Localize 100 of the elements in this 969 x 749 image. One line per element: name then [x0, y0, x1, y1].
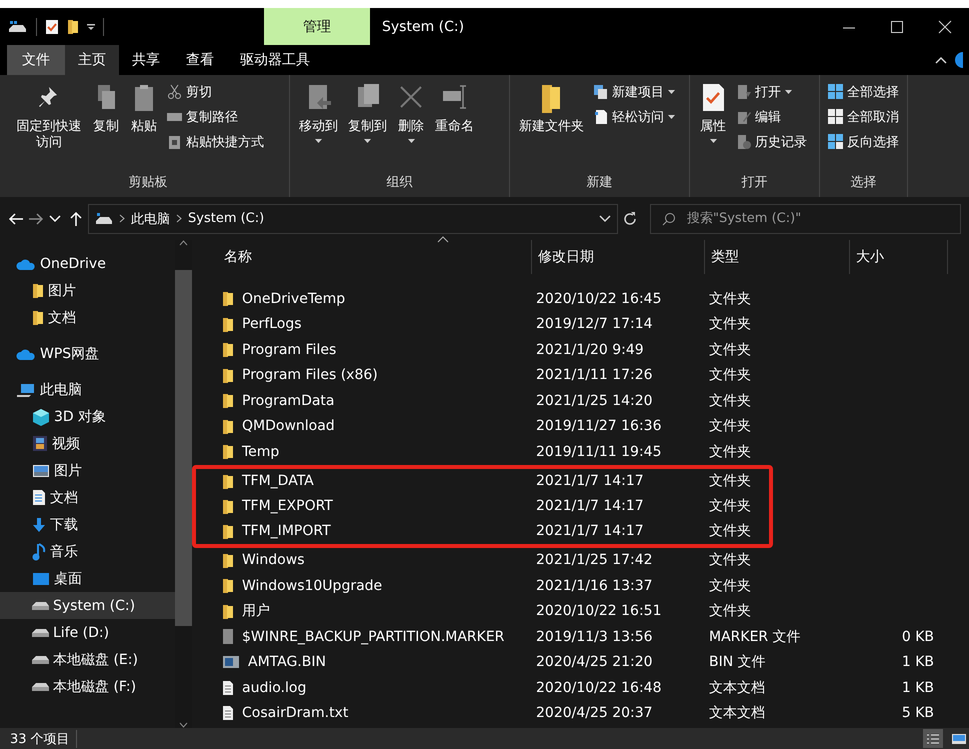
scroll-up-icon[interactable] — [179, 240, 188, 246]
ribbon-button[interactable]: 重命名 — [432, 81, 477, 173]
sidebar-item[interactable]: 文档 — [0, 484, 175, 511]
ribbon-button[interactable]: 固定到快速访问 — [13, 81, 85, 173]
ribbon-button[interactable]: 历史记录 — [734, 131, 809, 153]
sidebar-item[interactable]: 本地磁盘 (E:) — [0, 646, 175, 673]
window-title: System (C:) — [381, 18, 466, 36]
desktop-icon — [32, 572, 50, 586]
address-field[interactable]: 此电脑 System (C:) — [88, 204, 618, 234]
text-file-icon — [222, 680, 234, 696]
properties-icon[interactable] — [45, 18, 59, 34]
ribbon-button[interactable]: 移动到 — [296, 81, 341, 173]
file-name[interactable]: Windows — [222, 552, 536, 569]
context-tab[interactable]: 管理 — [264, 8, 370, 45]
refresh-icon[interactable] — [622, 210, 638, 226]
invert-selection-icon — [828, 134, 843, 150]
column-header[interactable]: 大小 — [850, 240, 948, 274]
ribbon-button[interactable]: 新建项目 — [591, 81, 677, 103]
search-field[interactable]: 搜索"System (C:)" — [650, 204, 961, 234]
ribbon-button[interactable]: 反向选择 — [826, 131, 901, 153]
ribbon-tab[interactable]: 驱动器工具 — [227, 45, 323, 75]
column-header[interactable]: 名称 — [218, 240, 532, 274]
chevron-right-icon — [176, 214, 182, 223]
column-header[interactable]: 修改日期 — [532, 240, 705, 274]
file-name[interactable]: PerfLogs — [222, 316, 536, 333]
file-name[interactable]: TFM_IMPORT — [222, 522, 536, 540]
type-cell: 文件夹 — [709, 342, 751, 358]
file-name[interactable]: $WINRE_BACKUP_PARTITION.MARKER — [222, 628, 536, 646]
chevron-down-icon[interactable] — [599, 214, 611, 222]
scrollbar[interactable] — [175, 240, 192, 728]
ribbon-button[interactable]: 新建文件夹 — [516, 81, 587, 173]
ribbon-button[interactable]: 复制 — [89, 81, 123, 173]
folder-icon — [222, 316, 234, 333]
sidebar-item[interactable]: Life (D:) — [0, 619, 175, 646]
ribbon-button[interactable]: 编辑 — [734, 106, 809, 128]
sidebar-item[interactable]: 桌面 — [0, 565, 175, 592]
file-name[interactable]: Temp — [222, 443, 536, 460]
ribbon-button[interactable]: 全部选择 — [826, 81, 901, 103]
ribbon-button[interactable]: 轻松访问 — [591, 106, 677, 128]
sidebar-item[interactable]: 视频 — [0, 430, 175, 457]
sidebar-item[interactable]: 图片 — [0, 457, 175, 484]
file-name[interactable]: 用户 — [222, 602, 536, 620]
ribbon-tab[interactable]: 查看 — [173, 45, 227, 75]
ribbon-button[interactable]: 复制到 — [345, 81, 390, 173]
column-header[interactable]: 类型 — [705, 240, 850, 274]
sidebar-item[interactable]: WPS网盘 — [0, 340, 175, 367]
sidebar-item[interactable]: 此电脑 — [0, 376, 175, 403]
file-name[interactable]: Windows10Upgrade — [222, 577, 536, 594]
ribbon-tab[interactable]: 主页 — [65, 45, 119, 75]
up-icon[interactable] — [68, 210, 84, 226]
scissors-icon — [167, 84, 182, 100]
date-cell: 2020/10/22 16:48 — [536, 680, 662, 696]
date-cell: 2021/1/16 13:37 — [536, 578, 653, 594]
sidebar-item[interactable]: 音乐 — [0, 538, 175, 565]
breadcrumb[interactable]: 此电脑 — [131, 210, 170, 228]
sidebar-item[interactable]: System (C:) — [0, 592, 175, 619]
file-icon — [222, 655, 240, 670]
drive-icon[interactable] — [8, 18, 28, 34]
breadcrumb[interactable]: System (C:) — [188, 211, 264, 226]
file-name[interactable]: QMDownload — [222, 418, 536, 435]
sidebar-item[interactable]: 本地磁盘 (F:) — [0, 673, 175, 700]
sidebar-item[interactable]: 3D 对象 — [0, 403, 175, 430]
file-name[interactable]: TFM_DATA — [222, 472, 536, 490]
file-name[interactable]: AMTAG.BIN — [222, 654, 536, 670]
folder-icon — [222, 522, 234, 540]
file-name[interactable]: Program Files — [222, 341, 536, 358]
file-name[interactable]: TFM_EXPORT — [222, 498, 536, 514]
ribbon-button[interactable]: 属性 — [696, 81, 730, 173]
sidebar-item[interactable]: OneDrive — [0, 250, 175, 277]
folder-icon — [222, 443, 234, 460]
back-icon[interactable] — [8, 210, 24, 226]
ribbon-button[interactable]: 删除 — [394, 81, 428, 173]
type-cell: 文件夹 — [709, 552, 751, 568]
file-name[interactable]: ProgramData — [222, 392, 536, 410]
ribbon-button[interactable]: 粘贴 — [127, 81, 161, 173]
file-name[interactable]: CosairDram.txt — [222, 705, 536, 722]
folder-icon[interactable] — [67, 18, 79, 35]
group-label: 组织 — [386, 174, 414, 192]
file-name[interactable]: OneDriveTemp — [222, 290, 536, 308]
sidebar-item[interactable]: 文档 — [0, 304, 175, 331]
collapse-icon[interactable] — [935, 56, 947, 64]
ribbon-button[interactable]: 剪切 — [165, 81, 266, 103]
file-name[interactable]: Program Files (x86) — [222, 366, 536, 384]
ribbon-button[interactable]: 复制路径 — [165, 106, 266, 128]
sidebar-item[interactable]: 图片 — [0, 277, 175, 304]
dropdown-icon[interactable] — [87, 22, 95, 32]
ribbon-button[interactable]: 打开 — [734, 81, 809, 103]
ribbon-tab[interactable]: 共享 — [119, 45, 173, 75]
file-name[interactable]: audio.log — [222, 680, 536, 696]
file-menu-tab[interactable]: 文件 — [7, 45, 65, 75]
scroll-down-icon[interactable] — [179, 722, 188, 728]
folder-icon — [222, 472, 234, 490]
film-icon — [32, 435, 48, 452]
ribbon-button[interactable]: 粘贴快捷方式 — [165, 131, 266, 153]
sidebar-item[interactable]: 下载 — [0, 511, 175, 538]
date-cell: 2019/11/3 13:56 — [536, 628, 653, 645]
type-cell: 文件夹 — [709, 578, 751, 594]
forward-icon[interactable] — [28, 210, 44, 226]
view-button[interactable] — [923, 729, 943, 748]
ribbon-button[interactable]: 全部取消 — [826, 106, 901, 128]
